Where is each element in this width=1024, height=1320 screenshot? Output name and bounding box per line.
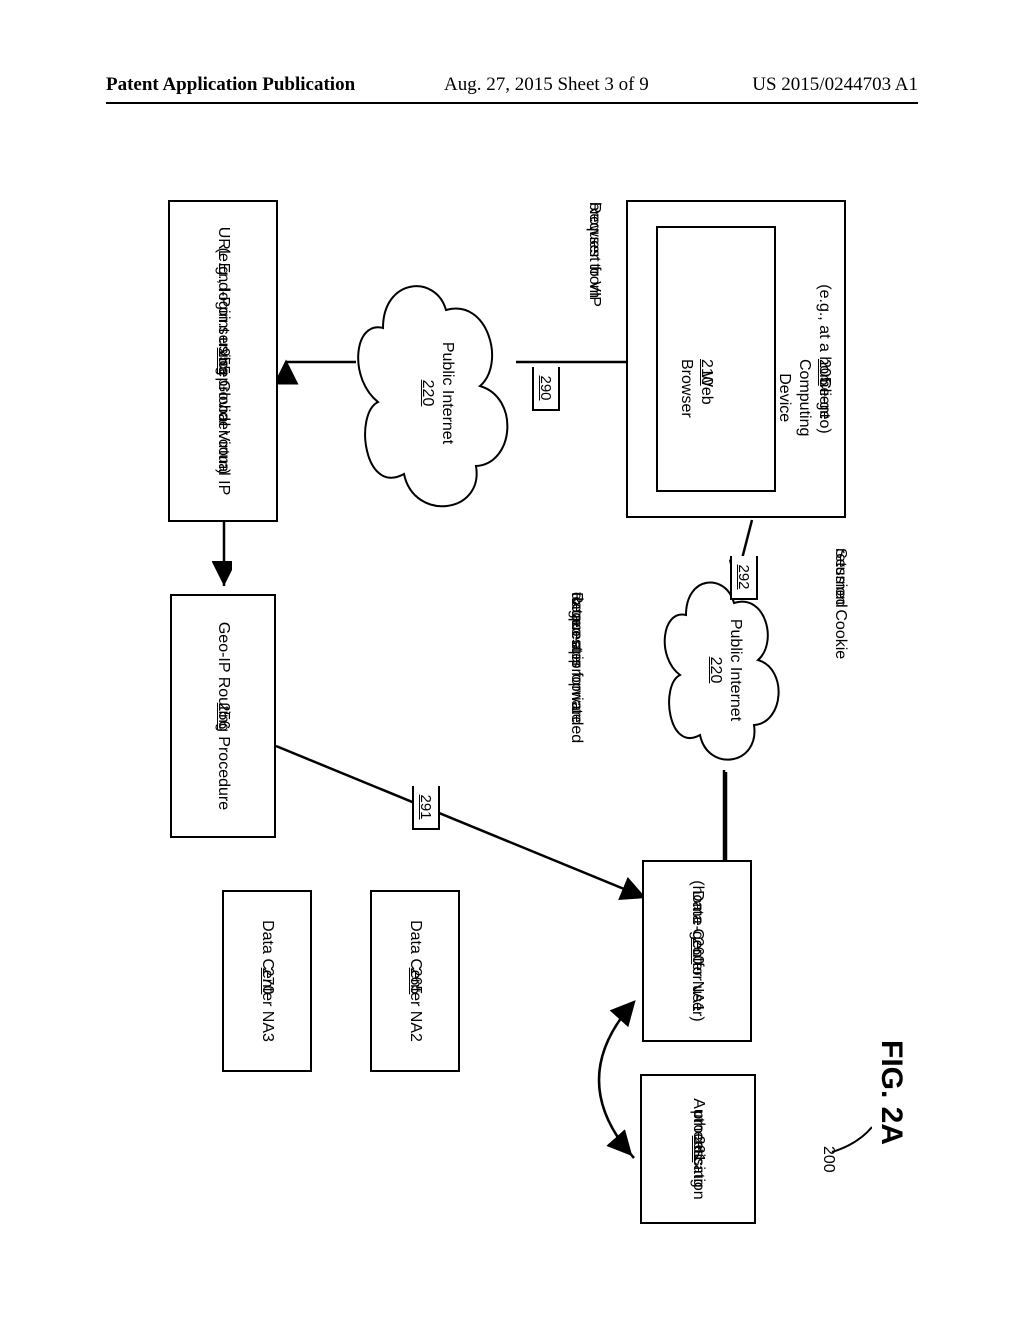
url-endpoint-box: URL End-Point using Global Virtual IP (e… — [168, 200, 278, 522]
header-rule — [106, 102, 918, 104]
geoip-ref: 256 — [213, 703, 233, 730]
figure-title: FIG. 2A — [874, 1040, 908, 1145]
web-browser-box: Web Browser 210 — [656, 226, 776, 492]
request-to-vip-l2: browser to VIP — [584, 202, 604, 307]
dc1-auth-double-arrow — [560, 990, 650, 1180]
url-endpoint-ref: 255 — [213, 348, 233, 375]
auth-processing-box: Authentication processing 261 — [640, 1074, 756, 1224]
figure-ref-200: 200 — [818, 1146, 838, 1173]
public-internet-cloud-bottom: Public Internet 220 — [348, 268, 528, 518]
cloud-to-url-arrow — [276, 348, 356, 388]
data-center-na2-box: Data Center NA2 265 — [370, 890, 460, 1072]
web-browser-ref: 210 — [696, 359, 716, 386]
geoip-box: Geo-IP Routing Procedure 256 — [170, 594, 276, 838]
client-device-subtitle: (e.g., at a home-geo) — [814, 284, 834, 433]
step-291: 291 — [412, 786, 440, 830]
step-292: 292 — [730, 556, 758, 600]
cloud-to-dc1-line — [712, 770, 732, 866]
geoip-to-dc1-arrow — [266, 730, 656, 930]
forward-l3: datacenter — [566, 592, 586, 668]
header-center: Aug. 27, 2015 Sheet 3 of 9 — [444, 74, 649, 96]
url-to-geoip-arrow — [212, 522, 232, 602]
header-right: US 2015/0244703 A1 — [752, 74, 918, 96]
auth-ref: 261 — [688, 1136, 708, 1163]
data-center-na1-box: Data Center NA1 (home-geo for user) 260 — [642, 860, 752, 1042]
figure-2a: FIG. 2A 200 Client Computing Device 205 … — [106, 170, 916, 1230]
cloud-bottom-label: Public Internet — [438, 268, 456, 518]
session-cookie-line2: returned — [830, 548, 850, 608]
data-center-na3-box: Data Center NA3 270 — [222, 890, 312, 1072]
cloud-bottom-ref: 220 — [418, 268, 436, 518]
dc1-ref: 260 — [687, 938, 707, 965]
dc3-ref: 270 — [257, 968, 277, 995]
header-left: Patent Application Publication — [106, 74, 355, 96]
dc2-ref: 265 — [405, 968, 425, 995]
step-290: 290 — [532, 367, 560, 411]
page-header: Patent Application Publication Aug. 27, … — [0, 74, 1024, 110]
